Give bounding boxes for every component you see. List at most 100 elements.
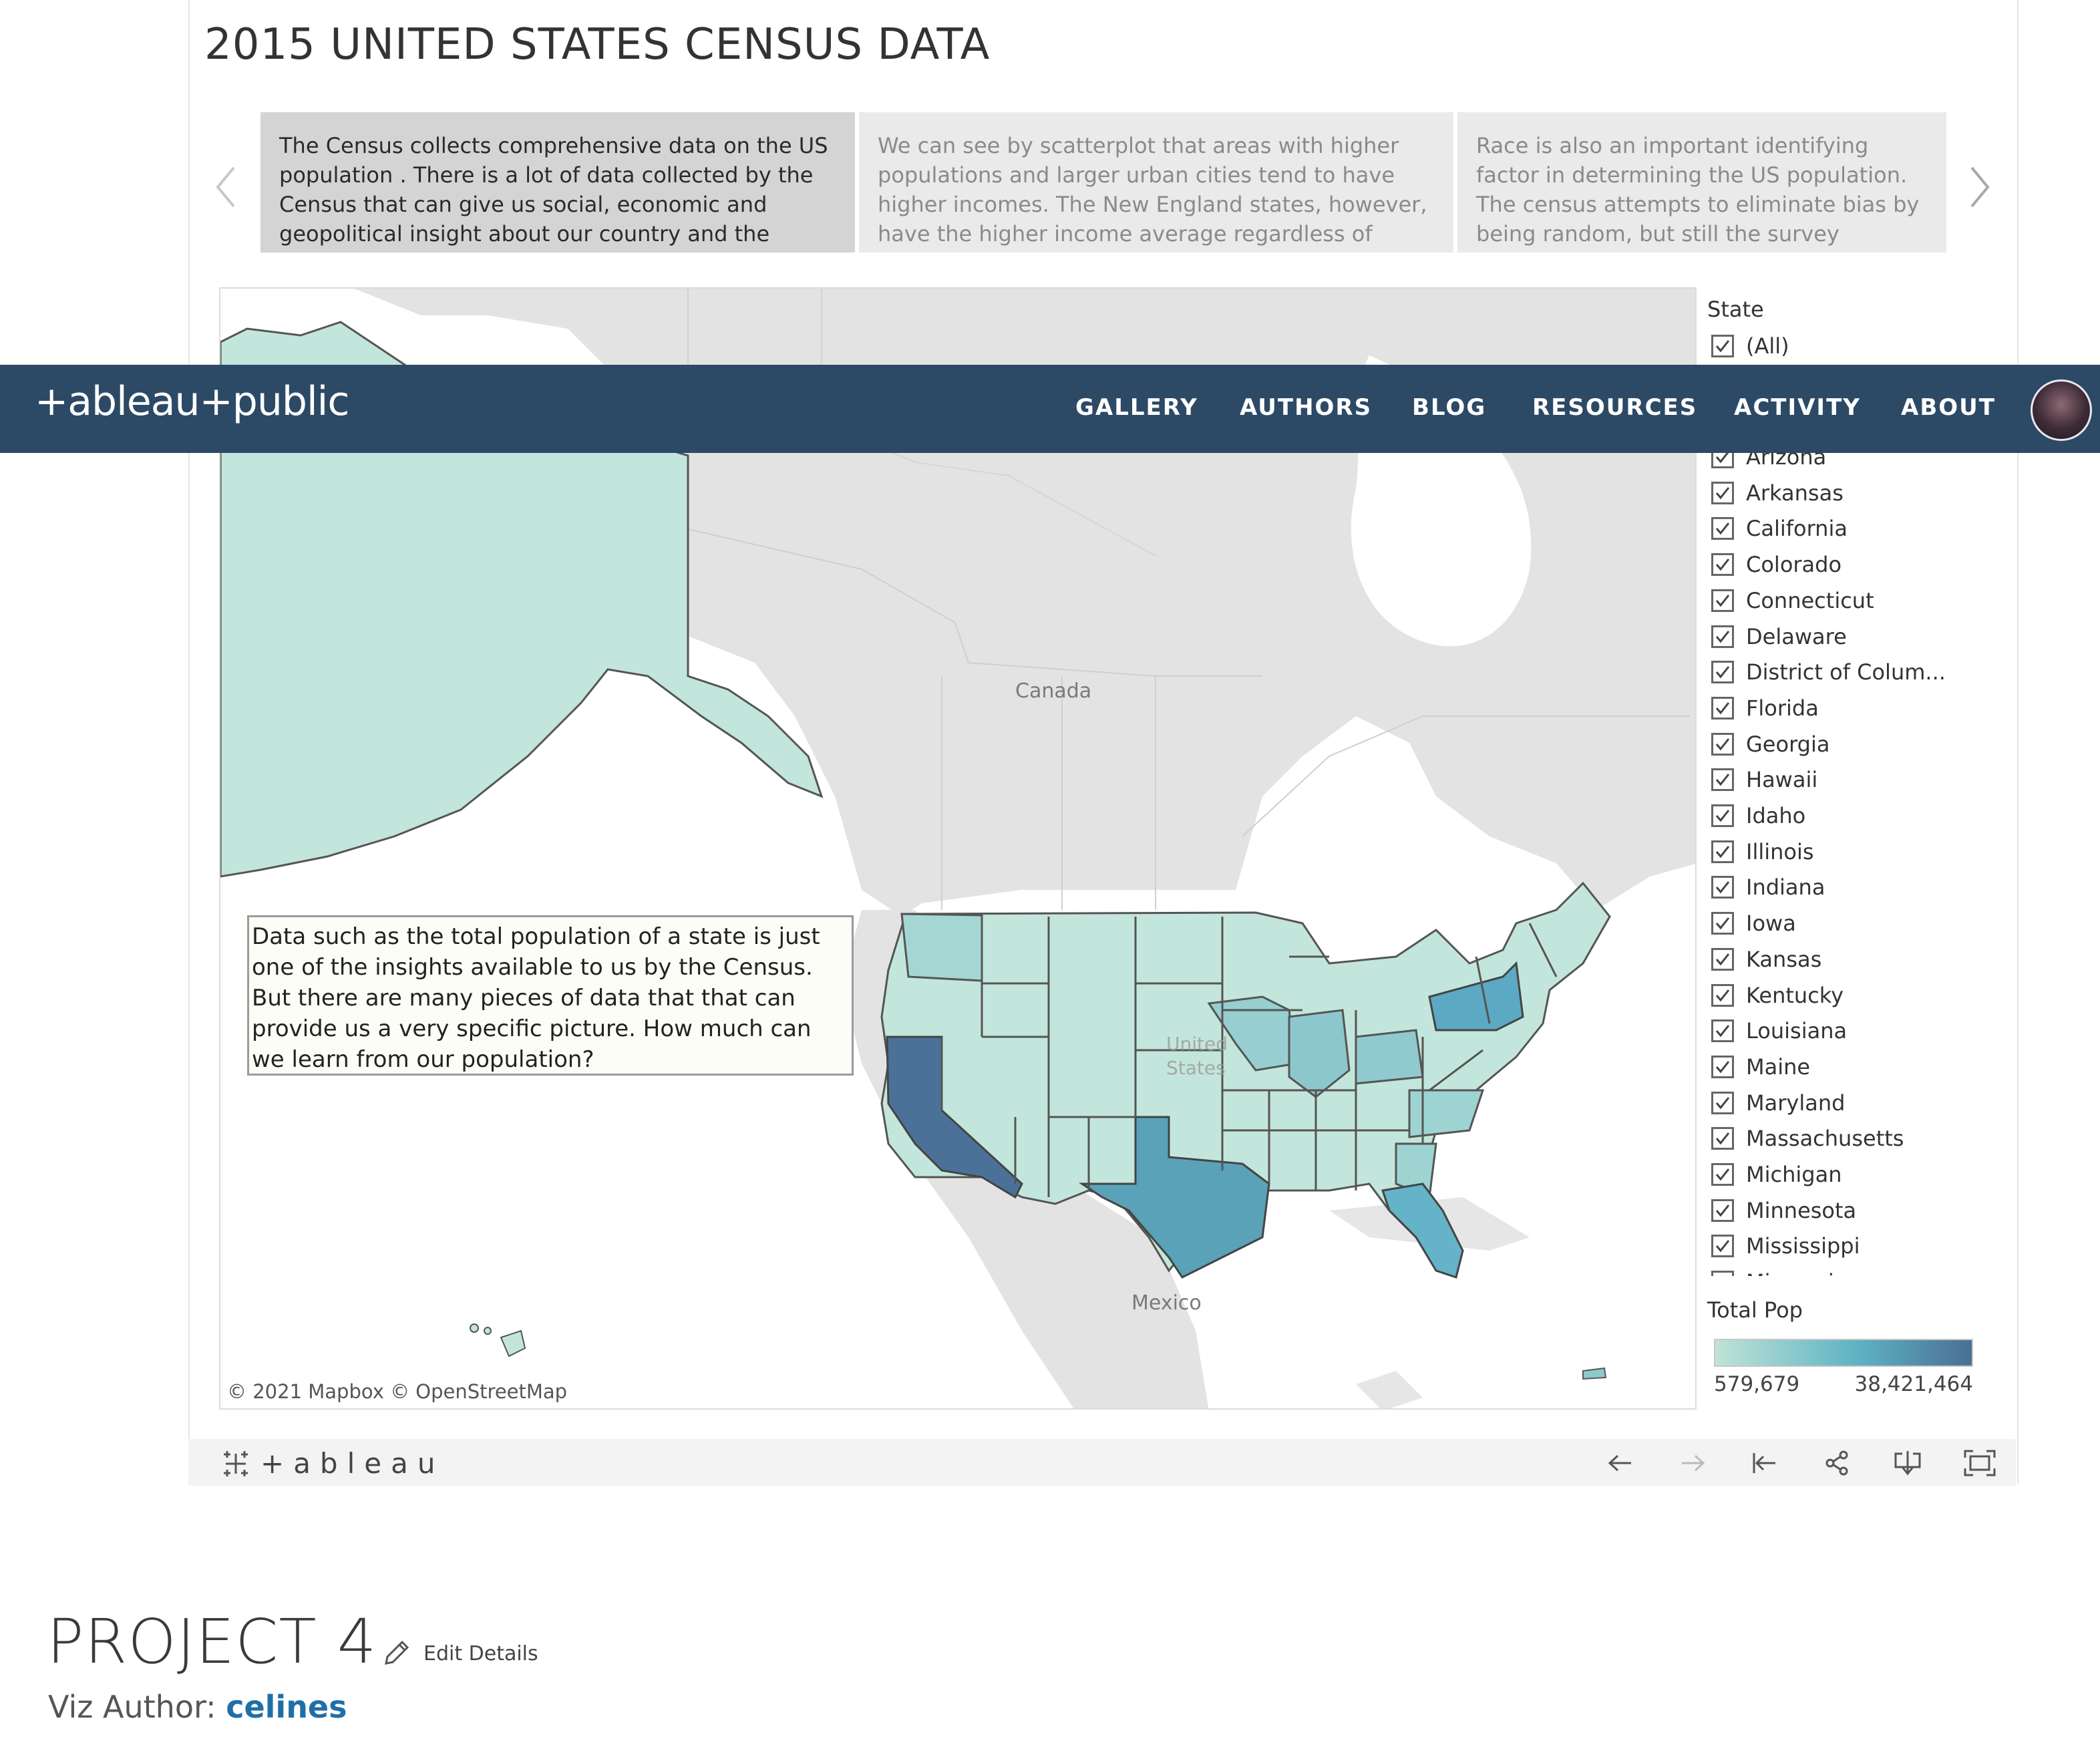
map-label-us-1: United [1166, 1033, 1228, 1055]
checkbox-checked-icon[interactable] [1711, 912, 1734, 935]
checkbox-checked-icon[interactable] [1711, 983, 1734, 1007]
checkbox-checked-icon[interactable] [1711, 661, 1734, 684]
checkbox-checked-icon[interactable] [1711, 768, 1734, 792]
state-filter-label: Kentucky [1746, 982, 1844, 1008]
story-point-text: We can see by scatterplot that areas wit… [878, 133, 1427, 253]
legend-color-ramp [1714, 1339, 1973, 1367]
state-filter-item[interactable]: Arkansas [1711, 477, 1844, 509]
edit-details-button[interactable]: Edit Details [381, 1638, 538, 1669]
state-filter-list[interactable]: Arizona Arkansas California Colorado Connect… [1707, 441, 1974, 1276]
story-point-2[interactable]: We can see by scatterplot that areas wit… [859, 112, 1453, 253]
state-filter-label: Minnesota [1746, 1197, 1857, 1223]
state-filter-item[interactable]: Massachusetts [1711, 1122, 1904, 1154]
state-filter-label: Arkansas [1746, 480, 1844, 506]
map-attribution[interactable]: © 2021 Mapbox © OpenStreetMap [227, 1380, 567, 1403]
checkbox-checked-icon[interactable] [1711, 876, 1734, 899]
state-filter-label: Maine [1746, 1054, 1811, 1080]
state-filter-item[interactable]: Iowa [1711, 907, 1796, 939]
state-filter-label: Idaho [1746, 803, 1806, 828]
state-filter-item[interactable]: Georgia [1711, 728, 1829, 760]
checkbox-checked-icon[interactable] [1711, 589, 1734, 612]
checkbox-checked-icon[interactable] [1711, 1163, 1734, 1186]
state-filter-item[interactable]: Maine [1711, 1051, 1810, 1083]
choropleth-map[interactable]: Canada United States Mexico [219, 287, 1697, 1410]
checkbox-checked-icon[interactable] [1711, 1019, 1734, 1043]
state-filter-item[interactable]: Hawaii [1711, 764, 1817, 796]
story-point-1[interactable]: The Census collects comprehensive data o… [260, 112, 855, 253]
state-filter-item[interactable]: Delaware [1711, 621, 1847, 653]
state-filter-item[interactable]: Kansas [1711, 943, 1821, 975]
map-annotation: Data such as the total population of a s… [247, 915, 854, 1076]
checkbox-checked-icon[interactable] [1711, 1127, 1734, 1150]
map-label-mexico: Mexico [1131, 1291, 1202, 1315]
state-filter-label: Louisiana [1746, 1018, 1848, 1044]
download-icon[interactable] [1889, 1446, 1926, 1480]
nav-blog[interactable]: BLOG [1412, 394, 1486, 421]
state-filter-item[interactable]: California [1711, 512, 1848, 544]
checkbox-checked-icon[interactable] [1711, 1235, 1734, 1258]
state-filter-label: Kansas [1746, 946, 1822, 972]
legend-max-value: 38,421,464 [1854, 1372, 1974, 1396]
undo-icon[interactable] [1602, 1446, 1639, 1480]
state-filter-item[interactable]: Illinois [1711, 836, 1814, 868]
checkbox-checked-icon[interactable] [1711, 481, 1734, 504]
state-filter-item[interactable]: Connecticut [1711, 585, 1874, 617]
state-filter-all[interactable]: (All) [1711, 330, 1789, 362]
tableau-logo[interactable]: +ableau [220, 1447, 444, 1480]
revert-icon[interactable] [1746, 1446, 1783, 1480]
checkbox-checked-icon[interactable] [1711, 1055, 1734, 1078]
nav-gallery[interactable]: GALLERY [1075, 394, 1198, 421]
story-title: 2015 UNITED STATES CENSUS DATA [204, 20, 991, 69]
checkbox-checked-icon[interactable] [1711, 1091, 1734, 1114]
map-canvas[interactable]: Canada United States Mexico [220, 289, 1697, 1410]
story-point-3[interactable]: Race is also an important identifying fa… [1457, 112, 1946, 253]
tableau-logo-text: +ableau [260, 1447, 445, 1480]
checkbox-checked-icon[interactable] [1711, 625, 1734, 648]
checkbox-checked-icon[interactable] [1711, 732, 1734, 756]
state-filter-item[interactable]: Maryland [1711, 1087, 1845, 1119]
state-filter-label: Indiana [1746, 874, 1825, 901]
project-title: PROJECT 4 [47, 1606, 377, 1678]
viz-author-link[interactable]: celines [226, 1689, 347, 1725]
story-next-arrow-icon[interactable] [1966, 160, 1993, 214]
state-filter-label: Florida [1746, 695, 1819, 721]
share-icon[interactable] [1818, 1446, 1856, 1480]
state-filter-all-label: (All) [1746, 333, 1789, 359]
checkbox-checked-icon[interactable] [1711, 804, 1734, 827]
state-filter-label: Illinois [1746, 838, 1814, 864]
state-filter-item[interactable]: Michigan [1711, 1158, 1842, 1190]
tableau-public-logo[interactable]: +ableau+public [35, 378, 349, 425]
map-label-canada: Canada [1015, 679, 1091, 703]
state-filter-item[interactable]: Florida [1711, 692, 1819, 724]
checkbox-checked-icon[interactable] [1711, 517, 1734, 540]
legend-min-value: 579,679 [1714, 1372, 1800, 1396]
state-filter-item[interactable]: Minnesota [1711, 1195, 1856, 1227]
state-filter-item[interactable]: Louisiana [1711, 1015, 1847, 1047]
nav-activity[interactable]: ACTIVITY [1734, 394, 1861, 421]
user-avatar[interactable] [2031, 379, 2092, 441]
state-filter-label: Colorado [1746, 552, 1842, 578]
fullscreen-icon[interactable] [1961, 1446, 1998, 1480]
redo-icon[interactable] [1674, 1446, 1711, 1480]
checkbox-checked-icon[interactable] [1711, 840, 1734, 863]
state-filter-item[interactable]: Indiana [1711, 871, 1825, 903]
story-point-text: The Census collects comprehensive data o… [279, 133, 828, 253]
checkbox-checked-icon[interactable] [1711, 553, 1734, 577]
checkbox-checked-icon[interactable] [1711, 1199, 1734, 1222]
state-filter-item[interactable]: Colorado [1711, 548, 1842, 581]
state-filter-item[interactable]: Kentucky [1711, 979, 1844, 1011]
state-filter-item[interactable]: Idaho [1711, 800, 1805, 832]
checkbox-checked-icon[interactable] [1711, 947, 1734, 971]
state-filter-item[interactable]: District of Colum... [1711, 656, 1946, 688]
checkbox-checked-icon[interactable] [1711, 696, 1734, 720]
story-point-text: Race is also an important identifying fa… [1476, 133, 1920, 253]
legend-title: Total Pop [1707, 1297, 1803, 1323]
checkbox-checked-icon[interactable] [1711, 1271, 1734, 1276]
nav-authors[interactable]: AUTHORS [1240, 394, 1372, 421]
state-filter-item[interactable]: Missouri [1711, 1266, 1834, 1276]
checkbox-checked-icon[interactable] [1711, 335, 1734, 357]
nav-resources[interactable]: RESOURCES [1532, 394, 1697, 421]
state-filter-item[interactable]: Mississippi [1711, 1230, 1860, 1262]
nav-about[interactable]: ABOUT [1901, 394, 1996, 421]
story-prev-arrow-icon[interactable] [212, 160, 239, 214]
